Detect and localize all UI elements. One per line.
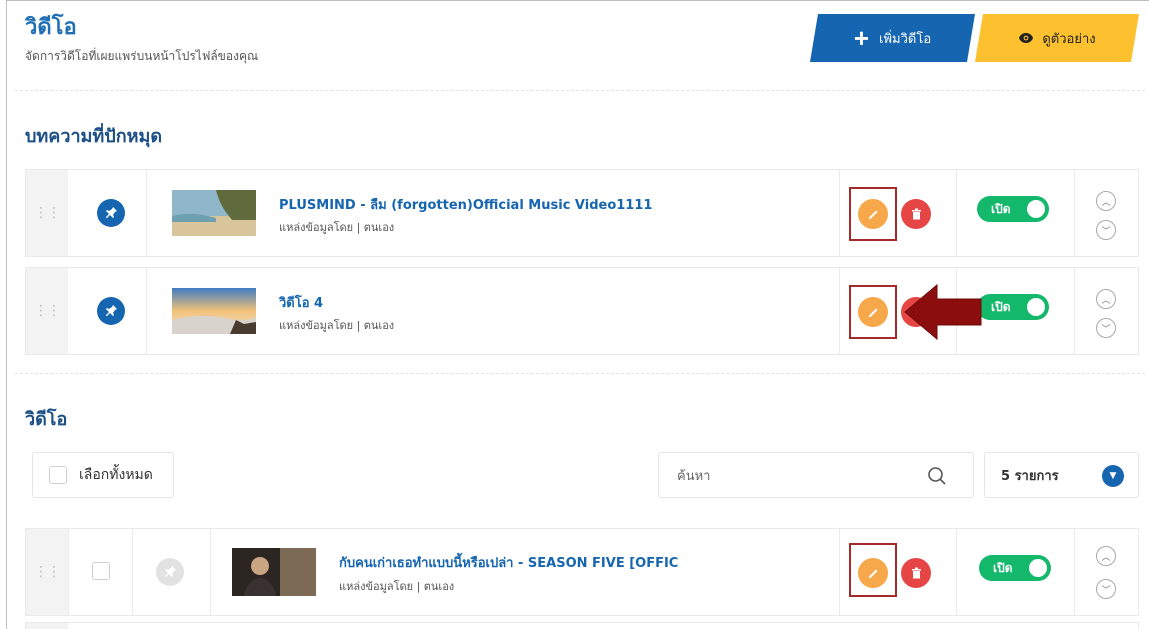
video-thumbnail (172, 190, 256, 236)
per-page-select[interactable]: 5 รายการ ▼ (984, 452, 1139, 498)
search-input[interactable] (677, 465, 917, 487)
video-source: แหล่งข้อมูลโดย | ตนเอง (339, 580, 455, 593)
toggle-label: เปิด (991, 201, 1011, 216)
visibility-toggle[interactable]: เปิด (977, 294, 1049, 320)
divider (15, 373, 1145, 374)
drag-handle[interactable]: ⋮⋮ (26, 268, 68, 354)
drag-handle[interactable]: ⋮⋮ (26, 529, 68, 615)
page-title: วิดีโอ (25, 15, 77, 40)
page-frame: วิดีโอ จัดการวิดีโอที่เผยแพร่บนหน้าโปรไฟ… (6, 0, 1149, 629)
plus-icon: + (853, 23, 870, 53)
pencil-icon (868, 308, 877, 317)
video-row: ⋮⋮ กับคนเก่าเธอทำแบบนี้หรือเปล่า - SEASO… (25, 528, 1139, 616)
trash-icon (911, 567, 921, 579)
chevron-down-icon: ▼ (1102, 465, 1124, 487)
toggle-label: เปิด (993, 560, 1013, 575)
video-source: แหล่งข้อมูลโดย | ตนเอง (279, 319, 395, 332)
chevron-down-icon: ﹀ (1101, 585, 1111, 596)
chevron-up-icon: ︿ (1101, 295, 1111, 306)
search-icon[interactable] (927, 466, 947, 486)
video-title[interactable]: กับคนเก่าเธอทำแบบนี้หรือเปล่า - SEASON F… (339, 552, 678, 573)
page-subtitle: จัดการวิดีโอที่เผยแพร่บนหน้าโปรไฟล์ของคุ… (25, 49, 259, 63)
video-thumbnail (232, 548, 316, 596)
annotation-arrow-icon (904, 283, 982, 341)
chevron-down-icon: ﹀ (1101, 226, 1111, 237)
move-down-button[interactable]: ﹀ (1096, 579, 1116, 599)
trash-icon (911, 208, 921, 220)
delete-button[interactable] (901, 558, 931, 588)
video-thumbnail (172, 288, 256, 334)
drag-handle[interactable] (26, 623, 68, 629)
chevron-up-icon: ︿ (1101, 197, 1111, 208)
pin-icon[interactable] (156, 558, 184, 586)
search-box[interactable] (658, 452, 974, 498)
preview-label: ดูตัวอย่าง (1042, 30, 1096, 46)
edit-button[interactable] (858, 297, 888, 327)
move-down-button[interactable]: ﹀ (1096, 220, 1116, 240)
delete-button[interactable] (901, 199, 931, 229)
videos-section-title: วิดีโอ (25, 409, 68, 430)
pinned-section-title: บทความที่ปักหมุด (25, 126, 163, 147)
select-all-label: เลือกทั้งหมด (79, 467, 153, 483)
video-source: แหล่งข้อมูลโดย | ตนเอง (279, 221, 395, 234)
pin-icon[interactable] (97, 297, 125, 325)
pencil-icon (868, 569, 877, 578)
row-checkbox[interactable] (92, 562, 110, 580)
add-video-label: เพิ่มวิดีโอ (879, 30, 932, 46)
drag-handle[interactable]: ⋮⋮ (26, 170, 68, 256)
edit-button[interactable] (858, 199, 888, 229)
select-all-checkbox[interactable] (49, 466, 67, 484)
toggle-label: เปิด (991, 299, 1011, 314)
divider (15, 90, 1145, 91)
preview-button[interactable]: ดูตัวอย่าง (975, 14, 1139, 62)
chevron-down-icon: ﹀ (1101, 324, 1111, 335)
edit-button[interactable] (858, 558, 888, 588)
video-row (25, 622, 1139, 629)
per-page-label: 5 รายการ (1001, 468, 1059, 484)
visibility-toggle[interactable]: เปิด (979, 555, 1051, 581)
video-title[interactable]: วิดีโอ 4 (279, 292, 323, 313)
eye-icon (1018, 32, 1034, 44)
move-down-button[interactable]: ﹀ (1096, 318, 1116, 338)
move-up-button[interactable]: ︿ (1096, 191, 1116, 211)
select-all[interactable]: เลือกทั้งหมด (32, 452, 174, 498)
chevron-up-icon: ︿ (1101, 552, 1111, 563)
pinned-row: ⋮⋮ PLUSMIND - ลืม (forgotten)Official Mu… (25, 169, 1139, 257)
video-title[interactable]: PLUSMIND - ลืม (forgotten)Official Music… (279, 194, 652, 215)
pencil-icon (868, 210, 877, 219)
add-video-button[interactable]: + เพิ่มวิดีโอ (810, 14, 975, 62)
visibility-toggle[interactable]: เปิด (977, 196, 1049, 222)
move-up-button[interactable]: ︿ (1096, 546, 1116, 566)
pin-icon[interactable] (97, 199, 125, 227)
move-up-button[interactable]: ︿ (1096, 289, 1116, 309)
